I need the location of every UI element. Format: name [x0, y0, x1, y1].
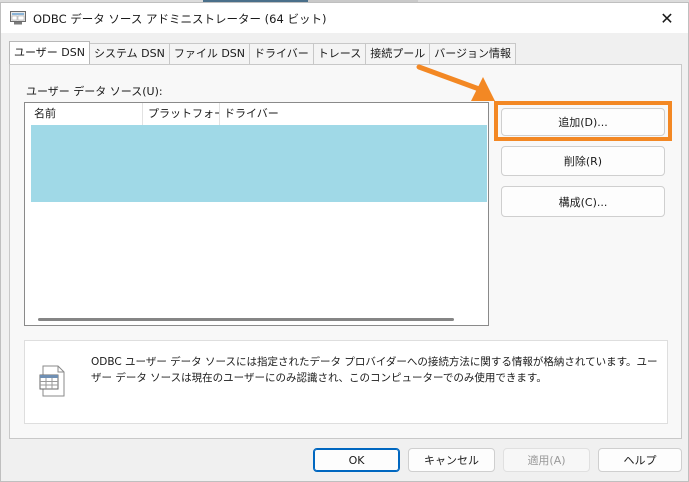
tab-drivers[interactable]: ドライバー: [249, 43, 314, 64]
title-bar: ODBC データ ソース アドミニストレーター (64 ビット) ✕: [1, 3, 688, 33]
close-button[interactable]: ✕: [646, 3, 688, 33]
ok-button[interactable]: OK: [313, 448, 400, 472]
odbc-app-icon: [10, 11, 26, 25]
remove-button[interactable]: 削除(R): [501, 146, 665, 176]
window-title: ODBC データ ソース アドミニストレーター (64 ビット): [33, 12, 327, 26]
cancel-button[interactable]: キャンセル: [408, 448, 495, 472]
configure-button[interactable]: 構成(C)...: [501, 186, 665, 217]
horizontal-scrollbar[interactable]: [25, 312, 488, 325]
tab-user-dsn[interactable]: ユーザー DSN: [9, 41, 90, 64]
help-button[interactable]: ヘルプ: [598, 448, 682, 472]
apply-button[interactable]: 適用(A): [503, 448, 590, 472]
list-selection-area[interactable]: [31, 125, 487, 202]
data-table-icon: [39, 365, 65, 397]
info-description: ODBC ユーザー データ ソースには指定されたデータ プロバイダーへの接続方法…: [91, 356, 658, 384]
user-data-sources-list[interactable]: 名前 プラットフォーム ドライバー: [24, 102, 489, 326]
info-box: ODBC ユーザー データ ソースには指定されたデータ プロバイダーへの接続方法…: [24, 340, 668, 424]
orange-arrow: [416, 64, 495, 101]
close-icon: ✕: [660, 8, 674, 28]
tab-tracing[interactable]: トレース: [312, 43, 367, 64]
tab-system-dsn[interactable]: システム DSN: [88, 43, 170, 64]
scrollbar-thumb[interactable]: [38, 318, 454, 321]
tab-file-dsn[interactable]: ファイル DSN: [168, 43, 251, 64]
column-header-platform[interactable]: プラットフォーム: [143, 103, 220, 125]
add-button-highlight: [494, 101, 672, 141]
user-data-sources-label: ユーザー データ ソース(U):: [26, 85, 163, 98]
user-dsn-panel: ユーザー データ ソース(U): 名前 プラットフォーム ドライバー 追加(D)…: [9, 64, 682, 439]
column-header-name[interactable]: 名前: [25, 103, 143, 125]
odbc-dialog: ODBC データ ソース アドミニストレーター (64 ビット) ✕ ユーザー …: [0, 2, 689, 482]
